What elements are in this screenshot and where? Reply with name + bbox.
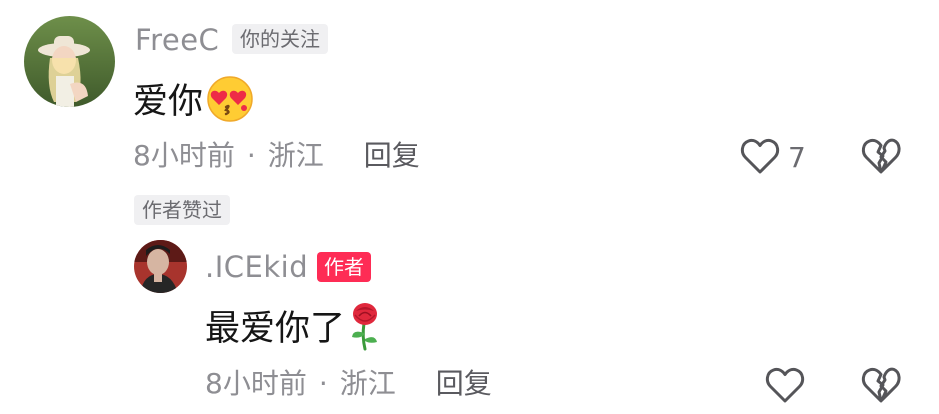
like-count: 7 bbox=[788, 141, 806, 174]
rose-icon bbox=[347, 301, 383, 358]
reply-username[interactable]: .ICEkid bbox=[205, 253, 308, 282]
avatar[interactable] bbox=[24, 16, 115, 107]
reply-text: 最爱你了 bbox=[205, 301, 383, 358]
meta-separator: · bbox=[246, 139, 256, 172]
reply-like-button[interactable] bbox=[765, 366, 805, 408]
broken-heart-icon bbox=[861, 138, 901, 179]
heart-outline-icon bbox=[765, 366, 805, 408]
reply-avatar[interactable] bbox=[134, 240, 187, 293]
author-tag: 作者 bbox=[317, 252, 371, 282]
reply-time: 8小时前 bbox=[205, 367, 307, 400]
dislike-button[interactable] bbox=[861, 137, 901, 179]
reply-button[interactable]: 回复 bbox=[364, 142, 420, 170]
following-tag: 你的关注 bbox=[232, 24, 328, 54]
reply-text-body: 最爱你了 bbox=[205, 309, 346, 349]
comment-text: 爱你 bbox=[133, 74, 255, 131]
comment-username[interactable]: FreeC bbox=[135, 26, 219, 55]
reply-dislike-button[interactable] bbox=[861, 366, 901, 408]
reply-meta-separator: · bbox=[318, 367, 328, 400]
comment-location: 浙江 bbox=[267, 139, 324, 172]
reply-location: 浙江 bbox=[339, 367, 396, 400]
comment-text-body: 爱你 bbox=[133, 82, 204, 122]
reply-to-reply-button[interactable]: 回复 bbox=[436, 370, 492, 398]
comment-meta: 8小时前 · 浙江 回复 bbox=[133, 142, 420, 170]
like-button[interactable]: 7 bbox=[740, 137, 806, 179]
broken-heart-icon bbox=[861, 367, 901, 408]
comment-thread: FreeC 你的关注 爱你 8小时前 · 浙江 回复 7 作者赞过 .ICEki… bbox=[0, 0, 939, 414]
heart-eyes-kiss-icon bbox=[205, 74, 255, 131]
author-liked-tag: 作者赞过 bbox=[134, 195, 230, 225]
reply-meta: 8小时前 · 浙江 回复 bbox=[205, 370, 492, 398]
comment-time: 8小时前 bbox=[133, 139, 235, 172]
heart-outline-icon bbox=[740, 137, 780, 179]
